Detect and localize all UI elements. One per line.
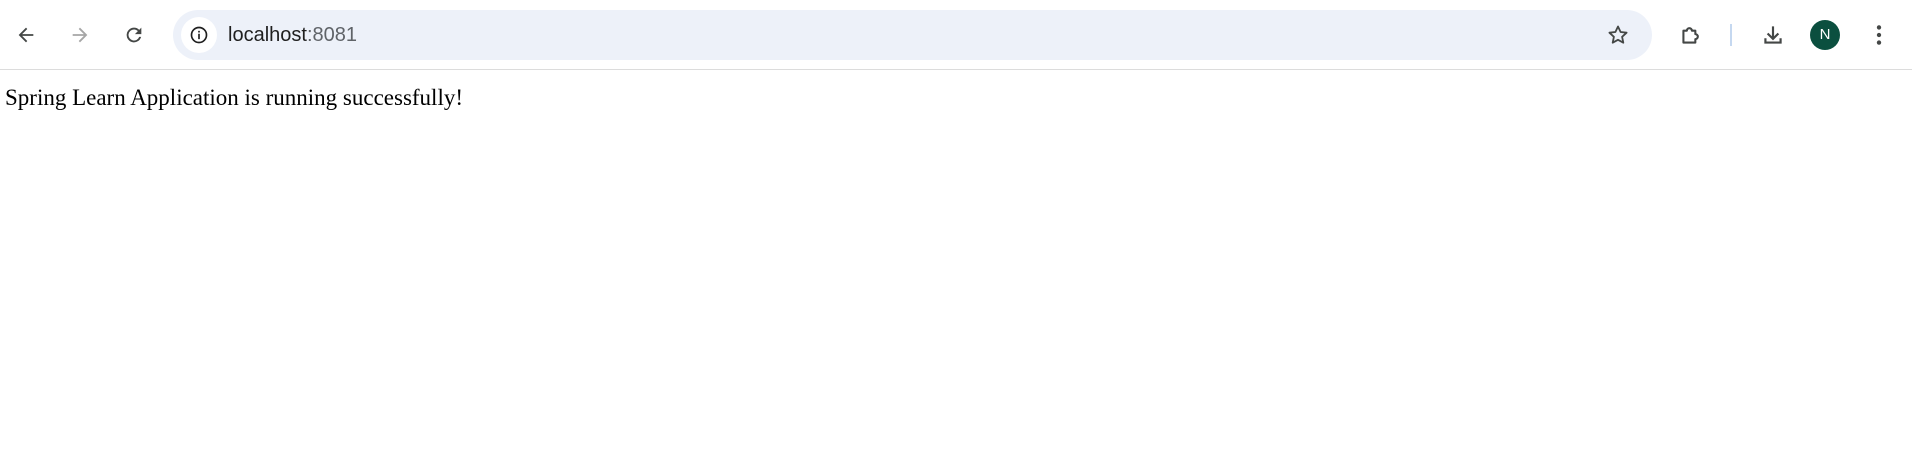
url-port: :8081 bbox=[306, 24, 357, 46]
forward-button[interactable] bbox=[60, 15, 100, 55]
kebab-menu-icon bbox=[1876, 25, 1882, 45]
extensions-button[interactable] bbox=[1671, 15, 1711, 55]
arrow-left-icon bbox=[18, 27, 34, 43]
reload-button[interactable] bbox=[114, 15, 154, 55]
toolbar-divider bbox=[1730, 24, 1732, 46]
puzzle-icon bbox=[1682, 27, 1699, 44]
browser-toolbar: localhost:8081 N bbox=[0, 0, 1912, 70]
page-body-text: Spring Learn Application is running succ… bbox=[5, 85, 464, 110]
star-icon bbox=[1608, 25, 1628, 44]
download-icon bbox=[1764, 26, 1782, 44]
info-icon bbox=[190, 26, 208, 44]
reload-icon bbox=[126, 27, 142, 43]
address-bar[interactable]: localhost:8081 bbox=[173, 10, 1652, 60]
downloads-button[interactable] bbox=[1753, 15, 1793, 55]
back-button[interactable] bbox=[6, 15, 46, 55]
url-text[interactable]: localhost:8081 bbox=[228, 10, 357, 60]
menu-button[interactable] bbox=[1859, 15, 1899, 55]
arrow-right-icon bbox=[72, 27, 88, 43]
profile-avatar[interactable]: N bbox=[1810, 20, 1840, 50]
bookmark-button[interactable] bbox=[1602, 19, 1634, 51]
url-host: localhost bbox=[228, 24, 307, 46]
site-info-button[interactable] bbox=[181, 17, 217, 53]
